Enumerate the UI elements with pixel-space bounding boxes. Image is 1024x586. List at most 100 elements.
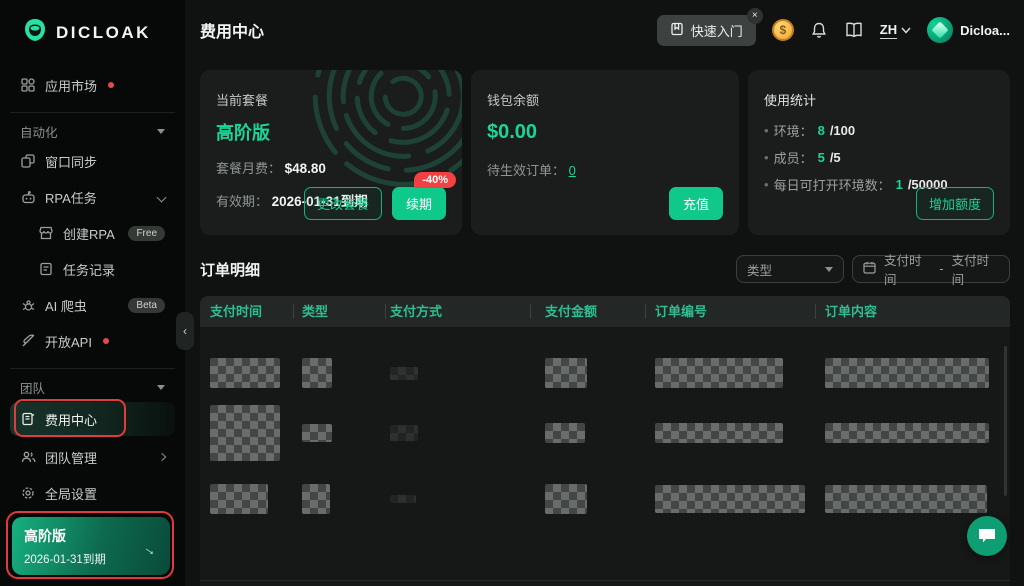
sidebar-item-创建RPA[interactable]: 创建RPA Free — [28, 218, 175, 248]
sidebar-item-label: 团队管理 — [45, 450, 98, 466]
sidebar-item-AI 爬虫[interactable]: AI 爬虫 Beta — [10, 290, 175, 320]
table-cell-redacted — [210, 403, 280, 463]
avatar — [927, 17, 954, 43]
usage-stat-name: 环境： — [773, 124, 813, 139]
table-row[interactable] — [200, 469, 1010, 529]
user-name: Dicloa... — [960, 22, 1010, 38]
sidebar-item-费用中心[interactable]: 费用中心 — [10, 399, 175, 437]
plan-fee-label: 套餐月费： — [216, 161, 282, 176]
api-icon — [20, 333, 36, 349]
sidebar-plan-card[interactable]: 高阶版 2026-01-31到期 → — [6, 511, 174, 579]
quick-start-button[interactable]: 快速入门 × — [656, 7, 763, 46]
increase-quota-button[interactable]: 增加额度 — [915, 187, 994, 220]
language-switcher[interactable]: ZH — [879, 21, 911, 39]
redacted-mosaic — [825, 423, 989, 443]
sidebar-section-自动化[interactable]: 自动化 — [10, 112, 175, 140]
sidebar-plan-name: 高阶版 — [24, 528, 66, 544]
sidebar-item-任务记录[interactable]: 任务记录 — [28, 254, 175, 284]
orders-table-body — [200, 327, 1010, 552]
redacted-mosaic — [210, 405, 280, 461]
sidebar-item-窗口同步[interactable]: 窗口同步 — [10, 146, 175, 176]
column-divider — [645, 304, 646, 319]
robot-icon — [20, 189, 36, 205]
notification-bell-icon[interactable] — [810, 21, 828, 39]
bullet-icon: • — [764, 150, 769, 165]
plan-name: 高阶版 — [216, 123, 270, 143]
sidebar-item-label: 创建RPA — [63, 226, 115, 242]
user-menu[interactable]: Dicloa... — [927, 17, 1010, 43]
table-cell-redacted — [655, 469, 805, 529]
orders-filters: 类型 支付时间 - 支付时间 — [736, 254, 1010, 287]
table-cell-redacted — [210, 469, 268, 529]
redacted-mosaic — [655, 358, 783, 388]
brand-logo[interactable]: DICLOAK — [0, 0, 185, 48]
table-cell-redacted — [545, 343, 587, 403]
sidebar-plan-expiry: 2026-01-31到期 — [24, 554, 106, 566]
summary-cards: 当前套餐 高阶版 套餐月费： $48.80 有效期： 2026-01-31到期 … — [200, 70, 1010, 235]
usage-card-label: 使用统计 — [764, 93, 817, 108]
recharge-button[interactable]: 充值 — [668, 187, 723, 220]
sidebar-item-label: RPA任务 — [45, 190, 97, 206]
guide-book-icon — [670, 22, 684, 39]
grid-icon — [20, 77, 36, 93]
table-scrollbar[interactable] — [1004, 346, 1007, 496]
table-row[interactable] — [200, 403, 1010, 463]
language-code: ZH — [879, 21, 898, 39]
change-plan-button[interactable]: 更改套餐 — [303, 187, 382, 220]
sidebar-section-团队[interactable]: 团队 — [10, 368, 175, 396]
column-header-支付金额: 支付金额 — [545, 304, 598, 319]
settings-icon — [20, 485, 36, 501]
chevron-down-icon — [901, 21, 911, 39]
redacted-mosaic — [210, 484, 268, 514]
discount-badge: -40% — [414, 172, 456, 188]
docs-book-icon[interactable] — [844, 21, 864, 39]
coin-icon[interactable]: $ — [771, 19, 794, 41]
brand-mask-icon — [22, 17, 48, 48]
sidebar-item-label: 费用中心 — [45, 412, 98, 428]
table-cell-redacted — [390, 469, 416, 529]
renew-button[interactable]: 续期 — [391, 187, 446, 220]
sidebar-item-RPA任务[interactable]: RPA任务 — [10, 182, 175, 212]
type-filter-select[interactable]: 类型 — [736, 255, 844, 283]
pending-orders-link[interactable]: 0 — [569, 163, 576, 178]
column-header-订单内容: 订单内容 — [825, 304, 878, 319]
sidebar-item-团队管理[interactable]: 团队管理 — [10, 442, 175, 472]
usage-stat-row: • 环境： 8/100 — [764, 121, 994, 140]
brand-wordmark: DICLOAK — [56, 22, 151, 42]
orders-header: 订单明细 类型 支付时间 - 支付时间 — [200, 254, 1010, 287]
sidebar-item-label: 全局设置 — [45, 486, 98, 502]
sidebar-section-label: 团队 — [20, 382, 46, 396]
close-icon[interactable]: × — [746, 7, 763, 24]
column-divider — [385, 304, 386, 319]
usage-stat-used: 8 — [817, 123, 825, 138]
usage-stat-name: 每日可打开环境数： — [773, 178, 891, 193]
sidebar: DICLOAK 应用市场自动化窗口同步 RPA任务创建RPA Free 任务记录 AI … — [0, 0, 194, 586]
date-start-placeholder: 支付时间 — [884, 254, 922, 287]
calendar-icon — [863, 261, 876, 277]
table-cell-redacted — [210, 343, 280, 403]
chat-widget-button[interactable] — [967, 516, 1007, 556]
sidebar-collapse-handle[interactable]: ‹ — [176, 312, 194, 350]
bullet-icon: • — [764, 177, 769, 192]
table-cell-redacted — [825, 469, 987, 529]
sidebar-nav: 应用市场自动化窗口同步 RPA任务创建RPA Free 任务记录 AI 爬虫 Beta 开放… — [0, 48, 185, 508]
table-cell-redacted — [825, 403, 989, 463]
sidebar-item-全局设置[interactable]: 全局设置 — [10, 478, 175, 508]
sidebar-item-开放API[interactable]: 开放API — [10, 326, 175, 356]
quick-start-label: 快速入门 — [690, 23, 743, 39]
redacted-mosaic — [390, 366, 418, 380]
usage-stats-list: • 环境： 8/100 • 成员： 5/5 • 每日可打开环境数： 1/50000 — [764, 121, 994, 194]
redacted-mosaic — [390, 495, 416, 503]
table-row[interactable] — [200, 343, 1010, 403]
plan-validity-label: 有效期： — [216, 194, 269, 209]
plan-card-buttons: 更改套餐 续期 — [303, 187, 446, 220]
usage-stat-total: /100 — [829, 123, 856, 138]
column-divider — [815, 304, 816, 319]
column-header-类型: 类型 — [302, 304, 329, 319]
main-area: 费用中心 快速入门 × $ ZH Dicloa... 当前套餐 高阶版 套餐月费… — [185, 0, 1024, 586]
sidebar-section-label: 自动化 — [20, 126, 58, 140]
sidebar-item-应用市场[interactable]: 应用市场 — [10, 70, 175, 100]
sidebar-item-label: AI 爬虫 — [45, 298, 87, 314]
date-range-picker[interactable]: 支付时间 - 支付时间 — [852, 254, 1010, 287]
column-divider — [530, 304, 531, 319]
